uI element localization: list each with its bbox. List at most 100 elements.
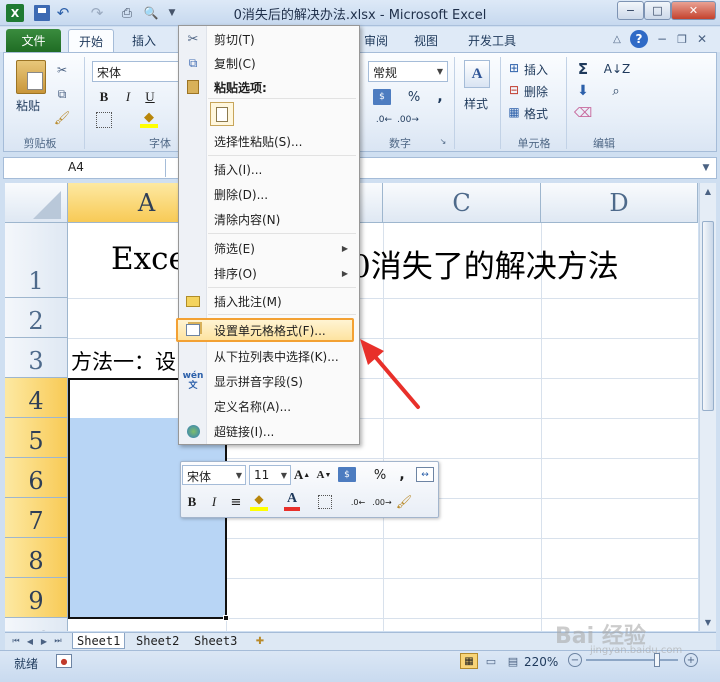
menu-item-insert[interactable]: 插入(I)... bbox=[214, 159, 262, 179]
row-header-5[interactable]: 5 bbox=[5, 418, 68, 458]
mini-size-dropdown-icon[interactable]: ▼ bbox=[279, 468, 289, 482]
menu-item-delete[interactable]: 删除(D)... bbox=[214, 184, 268, 204]
mini-font-dropdown-icon[interactable]: ▼ bbox=[234, 468, 244, 482]
minimize-ribbon-icon[interactable]: △ bbox=[610, 32, 624, 46]
merge-center-icon[interactable]: ↔ bbox=[416, 467, 434, 482]
underline-button[interactable]: U bbox=[142, 88, 158, 106]
zoom-slider[interactable] bbox=[586, 659, 678, 661]
mini-font-color-icon[interactable]: A bbox=[284, 491, 300, 511]
shrink-font-icon[interactable]: A ▼ bbox=[316, 466, 332, 484]
insert-cells-button[interactable]: 插入 bbox=[524, 61, 548, 78]
menu-item-hyperlink[interactable]: 超链接(I)... bbox=[214, 421, 274, 441]
clear-icon[interactable]: ⌫ bbox=[574, 104, 592, 122]
menu-item-cut[interactable]: 剪切(T) bbox=[214, 29, 255, 49]
zoom-out-icon[interactable]: − bbox=[568, 653, 582, 667]
tab-developer[interactable]: 开发工具 bbox=[462, 29, 522, 52]
prev-sheet-icon[interactable]: ◀ bbox=[24, 634, 36, 648]
mini-italic-button[interactable]: I bbox=[206, 493, 222, 511]
tab-review[interactable]: 审阅 bbox=[360, 29, 392, 52]
name-box[interactable]: A4 bbox=[6, 159, 166, 177]
mini-border-icon[interactable] bbox=[318, 495, 332, 509]
mini-decrease-decimal-icon[interactable]: .00→ bbox=[372, 494, 392, 510]
number-dialog-launcher-icon[interactable]: ↘ bbox=[438, 136, 448, 146]
menu-item-insert-comment[interactable]: 插入批注(M) bbox=[214, 291, 282, 311]
mini-format-painter-icon[interactable]: 🖌 bbox=[396, 493, 413, 511]
tab-view[interactable]: 视图 bbox=[410, 29, 442, 52]
undo-icon[interactable]: ↶ bbox=[54, 4, 72, 22]
redo-icon[interactable]: ↷ bbox=[88, 4, 106, 22]
sort-filter-icon[interactable]: A↓Z bbox=[604, 60, 630, 78]
fill-handle[interactable] bbox=[223, 615, 229, 621]
row-header-2[interactable]: 2 bbox=[5, 298, 68, 338]
row-header-8[interactable]: 8 bbox=[5, 538, 68, 578]
tab-file[interactable]: 文件 bbox=[6, 29, 61, 52]
scroll-thumb[interactable] bbox=[702, 221, 714, 411]
macro-record-icon[interactable]: ● bbox=[56, 654, 72, 668]
maximize-button[interactable]: □ bbox=[644, 1, 671, 20]
next-sheet-icon[interactable]: ▶ bbox=[38, 634, 50, 648]
insert-sheet-icon[interactable]: ✚ bbox=[252, 634, 268, 648]
autosum-icon[interactable]: Σ bbox=[574, 60, 592, 78]
scroll-up-icon[interactable]: ▲ bbox=[701, 184, 715, 198]
mini-fill-color-icon[interactable]: ◆ bbox=[250, 491, 268, 511]
print-preview-icon[interactable]: 🔍 bbox=[142, 4, 160, 22]
mini-accounting-icon[interactable]: $ bbox=[338, 467, 356, 482]
styles-button[interactable]: 样式 bbox=[464, 95, 488, 112]
insert-cells-icon[interactable]: ⊞ bbox=[506, 60, 522, 76]
minimize-button[interactable]: − bbox=[617, 1, 644, 20]
scroll-down-icon[interactable]: ▼ bbox=[701, 615, 715, 629]
mini-bold-button[interactable]: B bbox=[184, 493, 200, 511]
menu-item-clear-contents[interactable]: 清除内容(N) bbox=[214, 209, 280, 229]
number-format-dropdown-icon[interactable]: ▼ bbox=[434, 64, 446, 78]
menu-item-paste-special[interactable]: 选择性粘贴(S)... bbox=[214, 131, 302, 151]
sheet-tab-sheet3[interactable]: Sheet3 bbox=[190, 633, 241, 649]
excel-logo-icon[interactable]: X bbox=[6, 4, 24, 22]
copy-icon[interactable]: ⧉ bbox=[54, 86, 70, 102]
percent-style-button[interactable]: % bbox=[406, 88, 422, 106]
menu-item-define-name[interactable]: 定义名称(A)... bbox=[214, 396, 291, 416]
bold-button[interactable]: B bbox=[96, 88, 112, 106]
paste-icon[interactable] bbox=[16, 60, 46, 94]
border-icon[interactable] bbox=[96, 112, 112, 128]
normal-view-icon[interactable]: ▦ bbox=[460, 653, 478, 669]
vertical-scrollbar[interactable]: ▲ ▼ bbox=[699, 183, 716, 631]
row-header-7[interactable]: 7 bbox=[5, 498, 68, 538]
paste-option-icon[interactable] bbox=[210, 102, 234, 126]
find-select-icon[interactable]: ⌕ bbox=[606, 82, 626, 100]
menu-item-phonetic[interactable]: 显示拼音字段(S) bbox=[214, 371, 303, 391]
delete-cells-button[interactable]: 删除 bbox=[524, 83, 548, 100]
decrease-decimal-icon[interactable]: .00→ bbox=[397, 112, 419, 128]
tab-insert[interactable]: 插入 bbox=[124, 29, 164, 52]
first-sheet-icon[interactable]: ⏮ bbox=[10, 634, 22, 648]
delete-cells-icon[interactable]: ⊟ bbox=[506, 82, 522, 98]
row-header-1[interactable]: 1 bbox=[5, 223, 68, 298]
row-header-10[interactable]: 10 bbox=[5, 618, 68, 631]
row-header-4[interactable]: 4 bbox=[5, 378, 68, 418]
increase-decimal-icon[interactable]: .0← bbox=[373, 112, 395, 128]
zoom-in-icon[interactable]: + bbox=[684, 653, 698, 667]
workbook-close-icon[interactable]: ✕ bbox=[695, 32, 709, 46]
row-header-3[interactable]: 3 bbox=[5, 338, 68, 378]
fill-icon[interactable]: ⬇ bbox=[574, 82, 592, 100]
grow-font-icon[interactable]: A ▲ bbox=[294, 466, 310, 484]
column-header-d[interactable]: D bbox=[541, 183, 698, 223]
sheet-tab-sheet1[interactable]: Sheet1 bbox=[72, 633, 126, 649]
print-icon[interactable]: ⎙ bbox=[118, 4, 136, 22]
save-icon[interactable] bbox=[34, 5, 50, 21]
menu-item-copy[interactable]: 复制(C) bbox=[214, 53, 256, 73]
menu-item-filter[interactable]: 筛选(E) bbox=[214, 238, 255, 258]
fill-color-icon[interactable]: ◆ bbox=[140, 110, 158, 128]
format-painter-icon[interactable]: 🖌 bbox=[54, 110, 71, 126]
menu-item-pick-from-list[interactable]: 从下拉列表中选择(K)... bbox=[214, 346, 339, 366]
workbook-minimize-icon[interactable]: − bbox=[655, 32, 669, 46]
column-header-c[interactable]: C bbox=[383, 183, 541, 223]
zoom-level[interactable]: 220% bbox=[524, 655, 558, 669]
row-header-9[interactable]: 9 bbox=[5, 578, 68, 618]
last-sheet-icon[interactable]: ⏭ bbox=[52, 634, 64, 648]
mini-comma-button[interactable]: , bbox=[396, 466, 408, 484]
comma-style-button[interactable]: , bbox=[432, 88, 448, 106]
expand-formula-bar-icon[interactable]: ▼ bbox=[699, 160, 713, 176]
cut-icon[interactable]: ✂ bbox=[54, 62, 70, 78]
sheet-tab-sheet2[interactable]: Sheet2 bbox=[132, 633, 183, 649]
tab-home[interactable]: 开始 bbox=[68, 29, 114, 52]
